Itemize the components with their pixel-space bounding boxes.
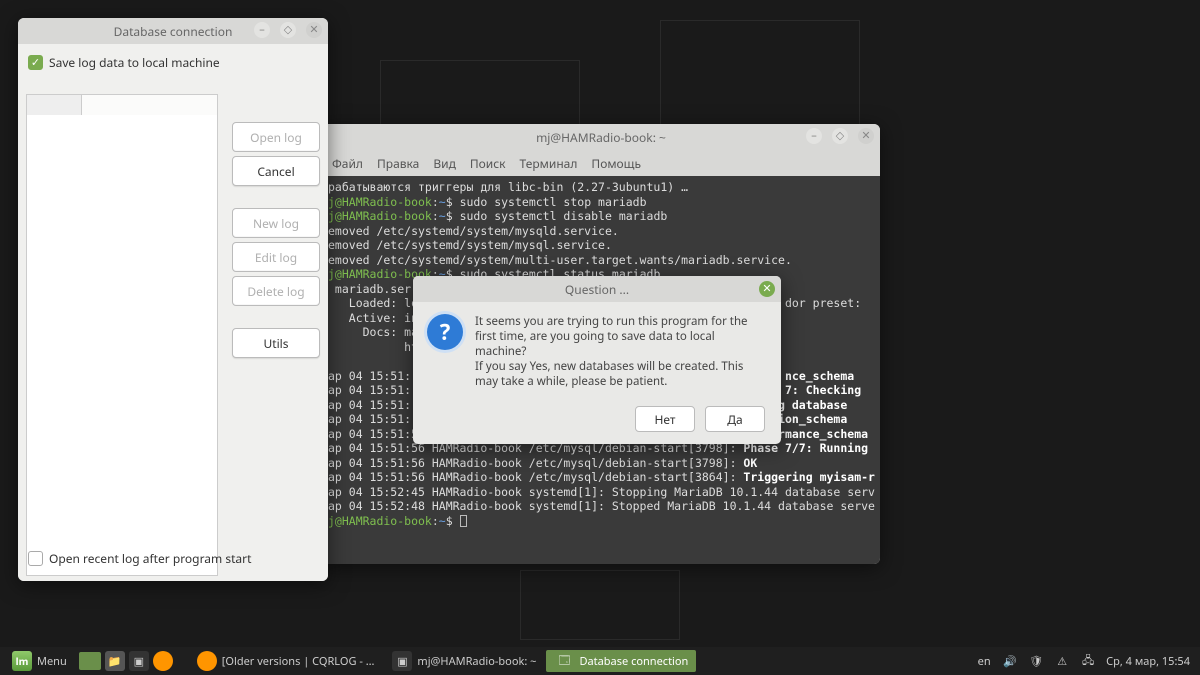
clock[interactable]: Ср, 4 мар, 15:54 bbox=[1106, 654, 1190, 669]
mint-logo-icon: lm bbox=[12, 651, 32, 671]
cancel-button[interactable]: Cancel bbox=[232, 156, 320, 186]
minimize-icon[interactable]: – bbox=[806, 128, 822, 144]
minimize-icon[interactable]: – bbox=[254, 22, 270, 38]
firefox-icon bbox=[197, 651, 217, 671]
terminal-title: mj@HAMRadio-book: ~ bbox=[536, 129, 666, 146]
close-icon[interactable]: ✕ bbox=[759, 281, 775, 297]
question-title: Question ... bbox=[565, 281, 629, 298]
menu-item[interactable]: Поиск bbox=[470, 155, 506, 172]
question-dialog: Question ... ✕ ? It seems you are trying… bbox=[413, 276, 781, 444]
open-recent-checkbox[interactable] bbox=[28, 551, 43, 566]
menu-button[interactable]: lm Menu bbox=[4, 650, 75, 672]
open-recent-label: Open recent log after program start bbox=[49, 550, 251, 567]
menu-item[interactable]: Терминал bbox=[520, 155, 578, 172]
question-icon: ? bbox=[427, 314, 463, 350]
taskbar-item-label: Database connection bbox=[579, 654, 688, 669]
updates-icon[interactable]: ⚠ bbox=[1054, 653, 1070, 669]
list-column-nr[interactable] bbox=[27, 95, 82, 115]
utils-button[interactable]: Utils bbox=[232, 328, 320, 358]
menu-item[interactable]: Правка bbox=[377, 155, 419, 172]
edit-log-button[interactable]: Edit log bbox=[232, 242, 320, 272]
files-launcher-icon[interactable]: 📁 bbox=[105, 651, 125, 671]
open-log-button[interactable]: Open log bbox=[232, 122, 320, 152]
app-icon: 🗔 bbox=[554, 651, 574, 671]
question-text: It seems you are trying to run this prog… bbox=[475, 314, 767, 389]
db-title: Database connection bbox=[114, 23, 233, 40]
maximize-icon[interactable]: ◇ bbox=[280, 22, 296, 38]
save-log-label: Save log data to local machine bbox=[49, 54, 220, 71]
taskbar-item[interactable]: ▣ mj@HAMRadio-book: ~ bbox=[384, 650, 544, 672]
taskbar-item-label: mj@HAMRadio-book: ~ bbox=[417, 654, 536, 669]
taskbar-item[interactable]: 🗔 Database connection bbox=[546, 650, 696, 672]
terminal-titlebar[interactable]: mj@HAMRadio-book: ~ – ◇ ✕ bbox=[322, 124, 880, 150]
terminal-icon: ▣ bbox=[392, 651, 412, 671]
list-column-name[interactable] bbox=[82, 95, 217, 115]
close-icon[interactable]: ✕ bbox=[306, 22, 322, 38]
close-icon[interactable]: ✕ bbox=[858, 128, 874, 144]
menu-label: Menu bbox=[37, 654, 67, 669]
menu-item[interactable]: Файл bbox=[332, 155, 363, 172]
log-list[interactable] bbox=[26, 94, 218, 576]
db-titlebar[interactable]: Database connection – ◇ ✕ bbox=[18, 18, 328, 44]
question-titlebar[interactable]: Question ... ✕ bbox=[413, 276, 781, 302]
yes-button[interactable]: Да bbox=[705, 406, 765, 432]
taskbar-item[interactable]: [Older versions | CQRLOG - … bbox=[189, 650, 383, 672]
network-icon[interactable]: 🖧 bbox=[1080, 653, 1096, 669]
volume-icon[interactable]: 🔊 bbox=[1002, 653, 1018, 669]
menu-item[interactable]: Вид bbox=[433, 155, 456, 172]
menu-item[interactable]: Помощь bbox=[591, 155, 641, 172]
shield-icon[interactable]: 🛡 bbox=[1028, 653, 1044, 669]
show-desktop-button[interactable] bbox=[79, 652, 101, 670]
new-log-button[interactable]: New log bbox=[232, 208, 320, 238]
delete-log-button[interactable]: Delete log bbox=[232, 276, 320, 306]
terminal-menubar: Файл Правка Вид Поиск Терминал Помощь bbox=[322, 150, 880, 176]
taskbar: lm Menu 📁 ▣ [Older versions | CQRLOG - …… bbox=[0, 647, 1200, 675]
no-button[interactable]: Нет bbox=[635, 406, 695, 432]
save-log-checkbox[interactable]: ✓ bbox=[28, 55, 43, 70]
maximize-icon[interactable]: ◇ bbox=[832, 128, 848, 144]
taskbar-item-label: [Older versions | CQRLOG - … bbox=[222, 654, 375, 669]
firefox-launcher-icon[interactable] bbox=[153, 651, 173, 671]
terminal-launcher-icon[interactable]: ▣ bbox=[129, 651, 149, 671]
db-connection-window: Database connection – ◇ ✕ ✓ Save log dat… bbox=[18, 18, 328, 581]
lang-indicator[interactable]: en bbox=[976, 653, 992, 669]
